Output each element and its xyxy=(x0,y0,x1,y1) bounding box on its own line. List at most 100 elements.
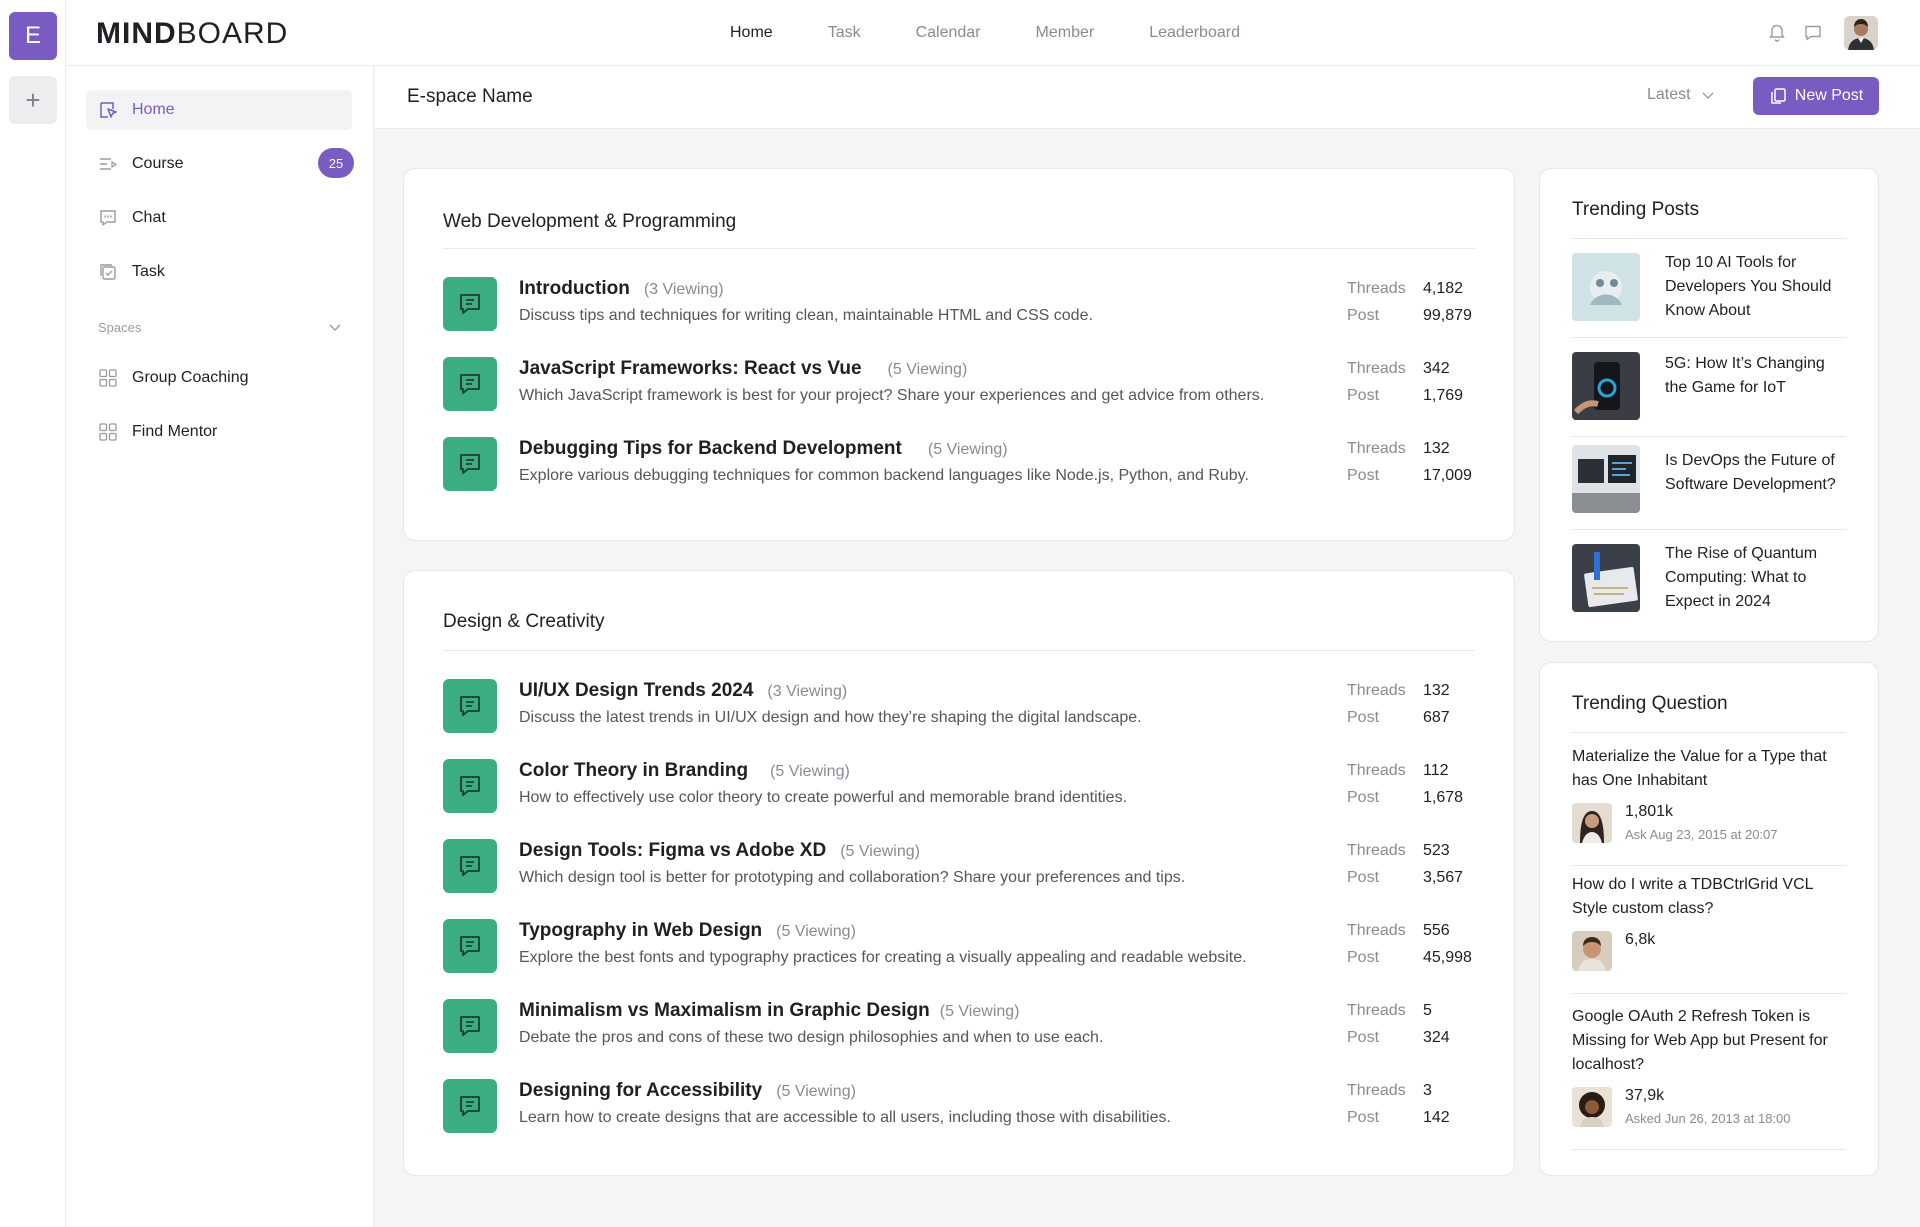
topic-row[interactable]: Minimalism vs Maximalism in Graphic Desi… xyxy=(443,999,1475,1055)
post-thumbnail xyxy=(1572,445,1640,513)
trending-question-item[interactable]: Google OAuth 2 Refresh Token is Missing … xyxy=(1572,1005,1846,1145)
threads-count: 5 xyxy=(1423,1002,1432,1019)
divider xyxy=(1572,238,1846,239)
threads-count: 3 xyxy=(1423,1082,1432,1099)
forum-icon[interactable] xyxy=(443,357,497,411)
topic-title-text: UI/UX Design Trends 2024 xyxy=(519,680,754,701)
add-workspace-button[interactable]: + xyxy=(9,76,57,124)
workspace-badge[interactable]: E xyxy=(9,12,57,60)
topic-row[interactable]: Design Tools: Figma vs Adobe XD (5 Viewin… xyxy=(443,839,1475,895)
topic-title[interactable]: Minimalism vs Maximalism in Graphic Desi… xyxy=(519,1000,1020,1022)
home-icon xyxy=(100,102,117,118)
viewing-count: (5 Viewing) xyxy=(776,1083,856,1100)
sort-label: Latest xyxy=(1647,86,1691,103)
post-label: Post xyxy=(1347,467,1380,484)
topic-description: Learn how to create designs that are acc… xyxy=(519,1109,1171,1126)
sidebar-item-course[interactable]: Course 25 xyxy=(86,144,354,184)
nav-task[interactable]: Task xyxy=(828,24,861,42)
forum-icon[interactable] xyxy=(443,437,497,491)
topic-title[interactable]: Designing for Accessibility (5 Viewing) xyxy=(519,1080,856,1102)
trending-post-title: Top 10 AI Tools for Developers You Shoul… xyxy=(1665,254,1832,319)
topic-title[interactable]: Color Theory in Branding (5 Viewing) xyxy=(519,760,850,782)
message-icon[interactable] xyxy=(1803,23,1823,43)
forum-icon[interactable] xyxy=(443,1079,497,1133)
sidebar-item-task[interactable]: Task xyxy=(86,252,352,292)
panel-title: Trending Question xyxy=(1572,693,1728,714)
forum-icon[interactable] xyxy=(443,759,497,813)
viewing-count: (5 Viewing) xyxy=(939,1003,1020,1020)
topic-title[interactable]: Design Tools: Figma vs Adobe XD (5 Viewin… xyxy=(519,840,920,862)
forum-icon[interactable] xyxy=(443,679,497,733)
sort-dropdown[interactable]: Latest xyxy=(1647,86,1715,104)
trending-post-item[interactable]: Is DevOps the Future of Software Develop… xyxy=(1572,445,1846,515)
forum-icon[interactable] xyxy=(443,839,497,893)
topic-description: Discuss tips and techniques for writing … xyxy=(519,307,1093,324)
topic-title[interactable]: Introduction (3 Viewing) xyxy=(519,278,724,300)
topic-title[interactable]: JavaScript Frameworks: React vs Vue (5 Vi… xyxy=(519,358,967,380)
topic-description: Explore various debugging techniques for… xyxy=(519,467,1249,484)
sidebar-item-group-coaching[interactable]: Group Coaching xyxy=(86,358,352,398)
viewing-count: (5 Viewing) xyxy=(840,843,920,860)
bell-icon[interactable] xyxy=(1767,23,1787,43)
sidebar-item-chat[interactable]: Chat xyxy=(86,198,352,238)
topic-title-text: Design Tools: Figma vs Adobe XD xyxy=(519,840,827,861)
viewing-count: (5 Viewing) xyxy=(776,923,856,940)
topic-title-text: Color Theory in Branding xyxy=(519,760,749,781)
new-post-button[interactable]: New Post xyxy=(1753,77,1879,115)
topic-row[interactable]: Color Theory in Branding (5 Viewing) How … xyxy=(443,759,1475,815)
threads-label: Threads xyxy=(1347,762,1406,779)
topic-title-text: Designing for Accessibility xyxy=(519,1080,763,1101)
topic-row[interactable]: Debugging Tips for Backend Development (5… xyxy=(443,437,1475,493)
topic-row[interactable]: JavaScript Frameworks: React vs Vue (5 Vi… xyxy=(443,357,1475,413)
threads-label: Threads xyxy=(1347,1002,1406,1019)
topic-title[interactable]: Debugging Tips for Backend Development (5… xyxy=(519,438,1008,460)
nav-member[interactable]: Member xyxy=(1036,24,1095,42)
topic-description: How to effectively use color theory to c… xyxy=(519,789,1128,806)
category-card-web-development: Web Development & Programming Introducti… xyxy=(403,168,1515,541)
topic-row[interactable]: Designing for Accessibility (5 Viewing) L… xyxy=(443,1079,1475,1135)
topic-title[interactable]: Typography in Web Design (5 Viewing) xyxy=(519,920,856,942)
post-count: 687 xyxy=(1423,709,1450,726)
post-count: 142 xyxy=(1423,1109,1450,1126)
threads-label: Threads xyxy=(1347,922,1406,939)
post-label: Post xyxy=(1347,949,1380,966)
nav-home[interactable]: Home xyxy=(730,24,773,42)
topic-row[interactable]: Introduction (3 Viewing) Discuss tips and… xyxy=(443,277,1475,333)
asker-avatar xyxy=(1572,931,1612,971)
sidebar-item-label: Course xyxy=(132,155,184,172)
trending-post-item[interactable]: The Rise of Quantum Computing: What to E… xyxy=(1572,544,1846,614)
view-count: 1,801k xyxy=(1625,803,1674,820)
user-avatar[interactable] xyxy=(1844,16,1878,50)
viewing-count: (5 Viewing) xyxy=(927,441,1008,458)
trending-question-item[interactable]: Materialize the Value for a Type that ha… xyxy=(1572,745,1846,857)
brand-logo[interactable]: MINDBOARD xyxy=(96,17,288,51)
viewing-count: (5 Viewing) xyxy=(887,361,968,378)
post-thumbnail xyxy=(1572,253,1640,321)
nav-leaderboard[interactable]: Leaderboard xyxy=(1149,24,1240,42)
trending-post-item[interactable]: 5G: How It’s Changing the Game for IoT xyxy=(1572,352,1846,422)
chevron-down-icon[interactable] xyxy=(328,320,342,334)
topic-title[interactable]: UI/UX Design Trends 2024 (3 Viewing) xyxy=(519,680,847,702)
threads-count: 132 xyxy=(1423,682,1450,699)
trending-post-item[interactable]: Top 10 AI Tools for Developers You Shoul… xyxy=(1572,253,1846,323)
forum-icon[interactable] xyxy=(443,999,497,1053)
sidebar-item-home[interactable]: Home xyxy=(86,90,352,130)
category-title: Web Development & Programming xyxy=(443,211,737,232)
topic-row[interactable]: Typography in Web Design (5 Viewing) Expl… xyxy=(443,919,1475,975)
threads-count: 342 xyxy=(1423,360,1450,377)
topic-description: Explore the best fonts and typography pr… xyxy=(519,949,1247,966)
topic-description: Debate the pros and cons of these two de… xyxy=(519,1029,1104,1046)
nav-calendar[interactable]: Calendar xyxy=(916,24,981,42)
topic-title-text: JavaScript Frameworks: React vs Vue xyxy=(519,358,862,379)
sidebar: Home Course 25 Chat Task Spaces Group Co… xyxy=(66,66,374,1227)
threads-label: Threads xyxy=(1347,440,1406,457)
viewing-count: (5 Viewing) xyxy=(770,763,850,780)
trending-question-item[interactable]: How do I write a TDBCtrlGrid VCL Style c… xyxy=(1572,873,1846,983)
topic-title-text: Minimalism vs Maximalism in Graphic Desi… xyxy=(519,1000,930,1021)
forum-icon[interactable] xyxy=(443,277,497,331)
trending-post-title: Is DevOps the Future of Software Develop… xyxy=(1665,452,1836,493)
post-thumbnail xyxy=(1572,352,1640,420)
sidebar-item-find-mentor[interactable]: Find Mentor xyxy=(86,412,352,452)
topic-row[interactable]: UI/UX Design Trends 2024 (3 Viewing) Disc… xyxy=(443,679,1475,735)
forum-icon[interactable] xyxy=(443,919,497,973)
